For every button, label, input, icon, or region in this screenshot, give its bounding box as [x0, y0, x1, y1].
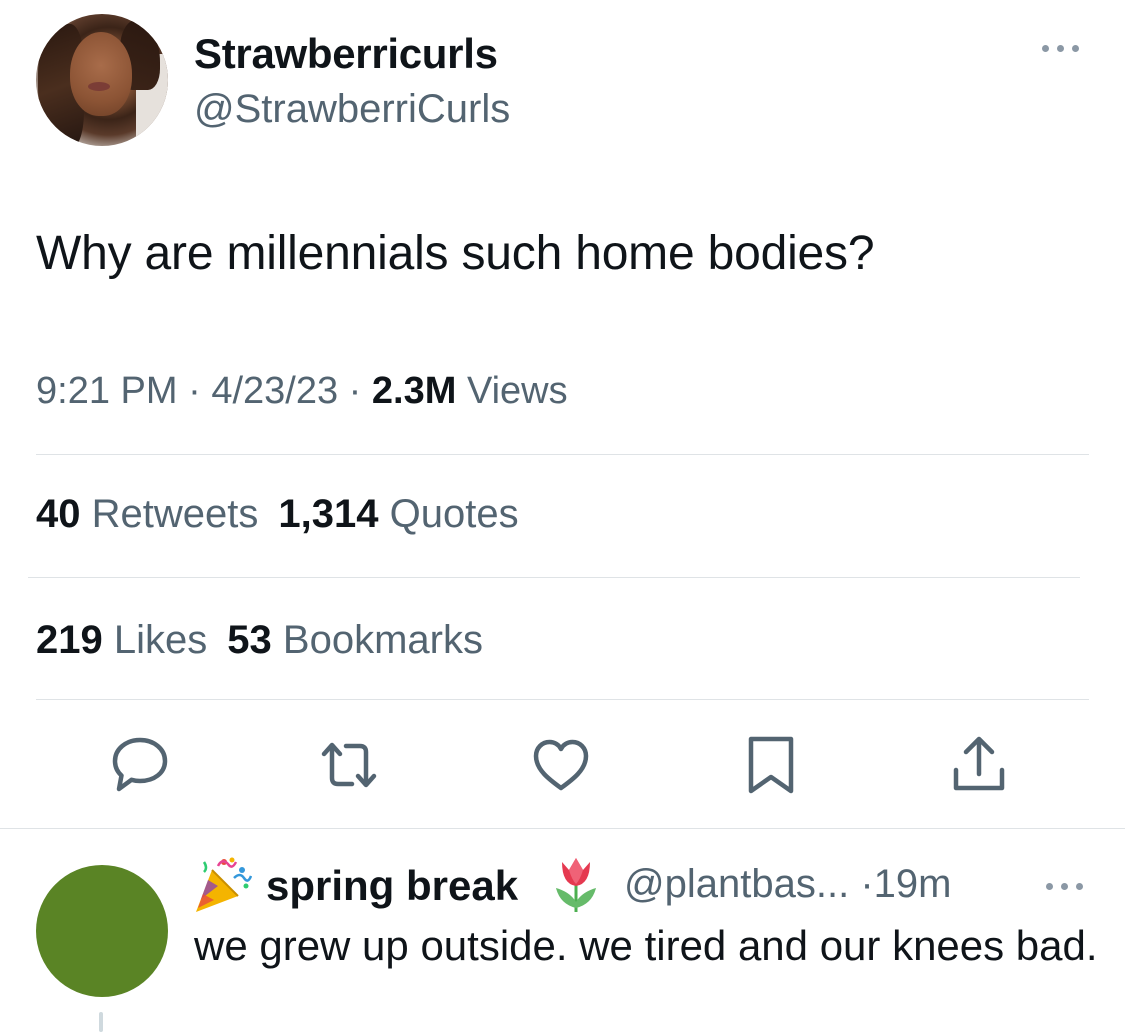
views-count: 2.3M: [371, 370, 457, 412]
meta-separator: ·: [188, 370, 201, 412]
meta-separator: ·: [348, 370, 362, 412]
bookmarks-label: Bookmarks: [282, 618, 483, 662]
reply-author-name[interactable]: spring break: [266, 862, 518, 910]
reply-author-handle[interactable]: @plantbas...: [624, 862, 849, 906]
likes-label: Likes: [113, 618, 208, 662]
stats-row-likes: 219 Likes 53 Bookmarks: [36, 618, 483, 663]
reply-avatar[interactable]: [36, 865, 168, 997]
share-icon: [953, 736, 1005, 791]
like-button[interactable]: [530, 734, 592, 796]
author-name[interactable]: Strawberricurls: [194, 30, 498, 78]
divider: [36, 454, 1089, 455]
tweet-meta: 9:21 PM · 4/23/23 · 2.3M Views: [36, 370, 568, 413]
divider: [28, 577, 1080, 578]
divider: [36, 699, 1089, 700]
likes-stat[interactable]: 219 Likes: [36, 618, 207, 662]
tweet-time[interactable]: 9:21 PM: [36, 370, 178, 412]
quotes-stat[interactable]: 1,314 Quotes: [278, 492, 518, 536]
meta-separator: ·: [860, 862, 874, 906]
likes-count: 219: [36, 618, 103, 662]
bookmark-icon: [748, 736, 794, 794]
bookmarks-count: 53: [227, 618, 272, 662]
share-button[interactable]: [948, 734, 1010, 796]
retweet-button[interactable]: [318, 734, 380, 796]
avatar-lips: [88, 82, 110, 91]
retweets-label: Retweets: [91, 492, 259, 536]
reply-time[interactable]: 19m: [874, 862, 952, 906]
views-label: Views: [466, 370, 568, 412]
retweets-count: 40: [36, 492, 81, 536]
tulip-icon: [556, 858, 596, 912]
party-popper-icon: [196, 857, 252, 912]
like-icon: [533, 739, 589, 791]
divider: [0, 828, 1125, 829]
reply-text: we grew up outside. we tired and our kne…: [194, 922, 1098, 969]
author-handle[interactable]: @StrawberriCurls: [194, 87, 510, 132]
reply-icon: [112, 737, 168, 792]
thread-line: [99, 1012, 103, 1032]
more-options-icon[interactable]: [1036, 38, 1086, 58]
avatar-face: [70, 32, 132, 116]
tweet-text: Why are millennials such home bodies?: [36, 227, 875, 280]
stats-row-engagement: 40 Retweets 1,314 Quotes: [36, 492, 519, 537]
retweets-stat[interactable]: 40 Retweets: [36, 492, 258, 536]
tweet-date[interactable]: 4/23/23: [211, 370, 338, 412]
bookmark-button[interactable]: [740, 734, 802, 796]
author-avatar[interactable]: [36, 14, 168, 146]
quotes-label: Quotes: [389, 492, 519, 536]
reply-button[interactable]: [109, 734, 171, 796]
reply-meta: @plantbas... ·19m: [624, 862, 951, 907]
retweet-icon: [321, 742, 377, 788]
quotes-count: 1,314: [278, 492, 379, 536]
bookmarks-stat[interactable]: 53 Bookmarks: [227, 618, 483, 662]
more-options-icon[interactable]: [1040, 876, 1090, 896]
